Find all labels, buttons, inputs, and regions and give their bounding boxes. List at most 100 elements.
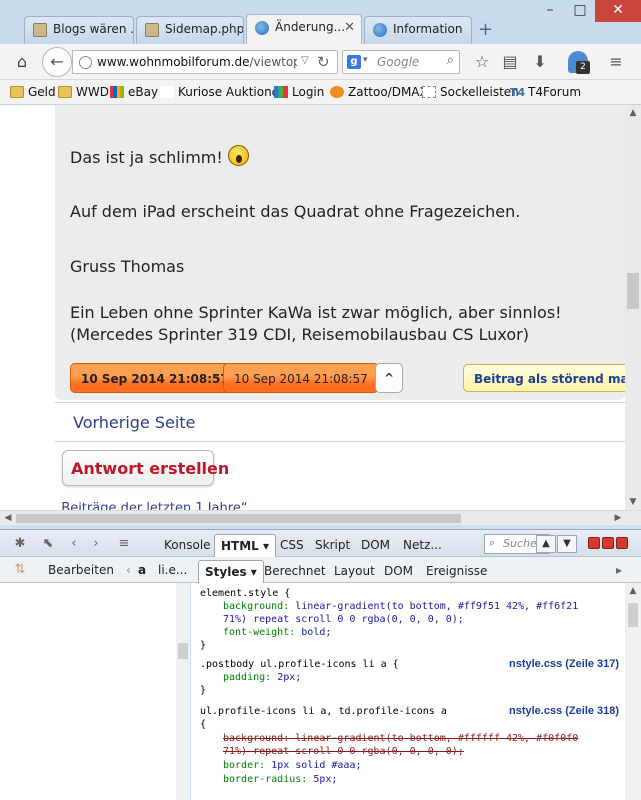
search-icon: ⌕: [489, 536, 496, 549]
console-toggle-icon[interactable]: ≡: [116, 536, 132, 552]
bookmark-kuriose-auktionen[interactable]: Kuriose Auktionen: [160, 85, 287, 99]
tab-konsole[interactable]: Konsole: [158, 534, 217, 558]
search-prev-icon[interactable]: ▲: [536, 535, 556, 553]
tab-html[interactable]: HTML ▾: [214, 534, 277, 558]
css-declaration[interactable]: border-radius: 5px;: [223, 774, 337, 785]
breadcrumb-li[interactable]: li.e...: [158, 563, 187, 577]
styles-scrollbar[interactable]: ▲: [625, 583, 641, 800]
minimize-icon[interactable]: –: [535, 0, 565, 22]
tab-aenderung[interactable]: Änderung... ✕: [246, 14, 362, 45]
engine-dropdown-icon[interactable]: ▾: [363, 55, 368, 65]
url-dropdown-icon[interactable]: ▽: [301, 55, 309, 66]
previous-page-link[interactable]: Vorherige Seite: [73, 413, 195, 432]
download-icon[interactable]: ⬇: [530, 52, 550, 72]
inspect-icon[interactable]: ⬉: [40, 536, 56, 552]
css-selector[interactable]: element.style {: [200, 588, 290, 599]
bookmark-zattoo[interactable]: Zattoo/DMAX: [330, 85, 428, 99]
tab-dom[interactable]: DOM: [355, 534, 396, 558]
menu-icon[interactable]: ≡: [606, 52, 626, 72]
window-close-icon[interactable]: ✕: [595, 0, 641, 22]
divider: [55, 402, 625, 403]
css-declaration[interactable]: padding: 2px;: [223, 672, 301, 683]
css-selector[interactable]: .postbody ul.profile-icons li a {: [200, 659, 399, 670]
scroll-left-icon[interactable]: ◀: [0, 510, 16, 526]
breadcrumb-prev-icon[interactable]: ‹: [126, 563, 131, 577]
home-icon[interactable]: ⌂: [10, 50, 34, 74]
scroll-up-icon[interactable]: ▲: [625, 583, 641, 599]
close-icon[interactable]: ✕: [344, 20, 355, 35]
css-declaration-overridden[interactable]: background: linear-gradient(to bottom, #…: [223, 733, 578, 744]
css-declaration[interactable]: background: linear-gradient(to bottom, #…: [223, 601, 578, 612]
css-declaration-overridden[interactable]: 71%) repeat scroll 0 0 rgba(0, 0, 0, 0);: [223, 746, 464, 757]
url-bar[interactable]: www.wohnmobilforum.de/viewtopic,p,1 ▽ ↻: [72, 50, 338, 74]
css-selector[interactable]: ul.profile-icons li a, td.profile-icons …: [200, 706, 447, 717]
tab-sidemap[interactable]: Sidemap.php...: [136, 16, 244, 44]
bookmark-geld[interactable]: Geld: [10, 85, 56, 99]
breakpoint-icon[interactable]: ⇅: [12, 562, 28, 578]
post-date-button[interactable]: 10 Sep 2014 21:08:57: [223, 363, 379, 393]
scroll-up-icon[interactable]: ▲: [625, 105, 641, 121]
firebug-detach-icon[interactable]: [602, 537, 614, 549]
subtab-berechnet[interactable]: Berechnet: [258, 560, 332, 583]
search-bar[interactable]: g ▾ Google ⌕: [342, 50, 460, 74]
tab-label: Änderung...: [275, 20, 346, 34]
new-tab-icon[interactable]: +: [478, 19, 493, 40]
bookmark-star-icon[interactable]: ☆: [472, 52, 492, 72]
bookmark-ebay[interactable]: eBay: [110, 85, 158, 99]
firebug-close-icon[interactable]: [616, 537, 628, 549]
scroll-thumb[interactable]: [628, 603, 638, 627]
post-line: Auf dem iPad erscheint das Quadrat ohne …: [70, 202, 521, 221]
html-tree-panel[interactable]: [0, 583, 190, 800]
reading-list-icon[interactable]: ▤: [500, 52, 520, 72]
google-icon[interactable]: g: [347, 55, 361, 69]
search-icon[interactable]: ⌕: [447, 53, 454, 68]
maximize-icon[interactable]: □: [565, 0, 595, 22]
post-body: Das ist ja schlimm! Auf dem iPad erschei…: [55, 105, 625, 400]
post-line: Das ist ja schlimm!: [70, 145, 249, 167]
bookmark-login[interactable]: Login: [274, 85, 324, 99]
scroll-down-icon[interactable]: ▼: [625, 494, 641, 510]
css-brace: {: [200, 719, 207, 730]
subtab-styles[interactable]: Styles ▾: [198, 560, 264, 583]
panel-options-icon[interactable]: ▸: [616, 563, 622, 577]
breadcrumb-a[interactable]: a: [138, 563, 146, 577]
firebug-bug-icon[interactable]: ✱: [12, 536, 28, 552]
panel-scrollbar[interactable]: [176, 583, 190, 800]
back-arrow-icon: ←: [50, 52, 64, 71]
scroll-top-button[interactable]: ^: [375, 363, 403, 393]
forward-icon[interactable]: ›: [88, 536, 104, 552]
tab-information[interactable]: Information: [364, 16, 472, 44]
reload-icon[interactable]: ↻: [317, 53, 330, 71]
bookmark-sockelleisten[interactable]: Sockelleisten: [422, 85, 519, 99]
css-declaration[interactable]: font-weight: bold;: [223, 627, 331, 638]
scroll-thumb[interactable]: [627, 273, 639, 309]
css-source-link[interactable]: nstyle.css (Zeile 317): [509, 658, 619, 670]
tab-netz[interactable]: Netz...: [397, 534, 448, 558]
subtab-dom[interactable]: DOM: [378, 560, 419, 583]
post-date-button-inspected[interactable]: 10 Sep 2014 21:08:57: [70, 363, 240, 393]
page-vertical-scrollbar[interactable]: ▲ ▼: [625, 105, 641, 510]
bookmark-t4forum[interactable]: T4 T4Forum: [510, 85, 581, 99]
firebug-minimize-icon[interactable]: [588, 537, 600, 549]
tab-css[interactable]: CSS: [274, 534, 310, 558]
bookmark-wwd[interactable]: WWD: [58, 85, 109, 99]
tab-blogs[interactable]: Blogs wären ...: [24, 16, 134, 44]
subtab-ereignisse[interactable]: Ereignisse: [420, 560, 493, 583]
tab-skript[interactable]: Skript: [309, 534, 356, 558]
scroll-right-icon[interactable]: ▶: [610, 510, 626, 526]
reply-button[interactable]: Antwort erstellen: [62, 450, 229, 486]
edit-button[interactable]: Bearbeiten: [48, 563, 114, 577]
scroll-thumb[interactable]: [16, 514, 461, 523]
back-button[interactable]: ←: [42, 47, 72, 77]
folder-icon: [58, 86, 72, 98]
subtab-layout[interactable]: Layout: [328, 560, 381, 583]
search-next-icon[interactable]: ▼: [557, 535, 577, 553]
page-horizontal-scrollbar[interactable]: ◀ ▶: [0, 510, 641, 525]
css-declaration[interactable]: border: 1px solid #aaa;: [223, 760, 362, 771]
back-icon[interactable]: ‹: [66, 536, 82, 552]
cut-off-link[interactable]: „Beiträge der letzten 1 Jahre“: [55, 501, 248, 510]
report-post-button[interactable]: Beitrag als störend ma: [463, 364, 625, 392]
scroll-thumb[interactable]: [178, 643, 188, 659]
css-source-link[interactable]: nstyle.css (Zeile 318): [509, 705, 619, 717]
css-declaration[interactable]: 71%) repeat scroll 0 0 rgba(0, 0, 0, 0);: [223, 614, 464, 625]
